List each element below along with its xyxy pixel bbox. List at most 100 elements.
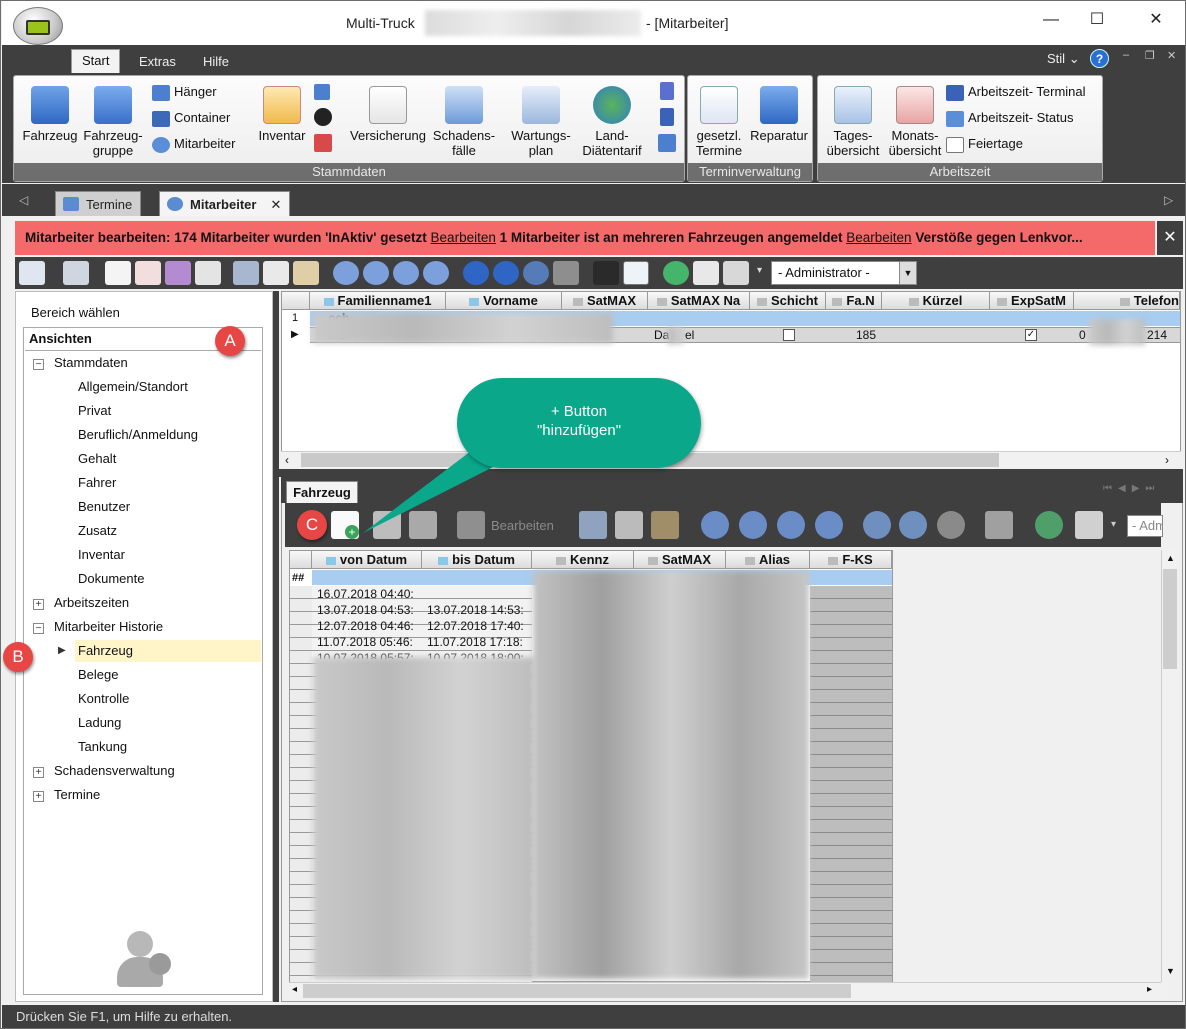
nav-arbeitszeiten[interactable]: Arbeitszeiten xyxy=(54,595,129,610)
tire-icon[interactable] xyxy=(314,108,332,126)
col-satmax[interactable]: SatMAX xyxy=(562,292,648,310)
zoom-out-icon[interactable] xyxy=(899,511,927,539)
fahrzeug-button[interactable]: Fahrzeug xyxy=(22,86,78,143)
paste-icon[interactable] xyxy=(651,511,679,539)
user-select-dropdown-icon[interactable]: ▼ xyxy=(899,261,917,285)
zoom-in-icon[interactable] xyxy=(863,511,891,539)
schadensfaelle-button[interactable]: Schadens-fälle xyxy=(430,86,498,158)
tab-start[interactable]: Start xyxy=(71,49,121,74)
nav-schadensverwaltung[interactable]: Schadensverwaltung xyxy=(54,763,175,778)
minimize-button[interactable]: — xyxy=(1031,7,1071,33)
row-bis-datum[interactable]: 12.07.2018 17:40: xyxy=(427,619,524,634)
user-select[interactable]: - Administrator - xyxy=(771,261,901,285)
nav-zusatz[interactable]: Zusatz xyxy=(78,523,117,538)
print-icon[interactable] xyxy=(19,261,45,285)
nav-termine[interactable]: Termine xyxy=(54,787,100,802)
window-icon[interactable] xyxy=(623,261,649,285)
stil-dropdown[interactable]: Stil ⌄ xyxy=(1047,51,1080,67)
cut-icon[interactable] xyxy=(579,511,607,539)
nav-hist-fahrzeug[interactable]: Fahrzeug xyxy=(78,643,133,658)
copy-new-icon[interactable] xyxy=(195,261,221,285)
device-icon[interactable] xyxy=(660,82,674,100)
nav-mitarbeiter-historie[interactable]: Mitarbeiter Historie xyxy=(54,619,163,634)
stammdaten-toggle[interactable]: − xyxy=(33,359,44,370)
zoom-in-icon[interactable] xyxy=(463,261,489,285)
filter-icon[interactable] xyxy=(553,261,579,285)
cut-icon[interactable] xyxy=(233,261,259,285)
close-button[interactable]: ✕ xyxy=(1136,7,1176,33)
wartungsplan-button[interactable]: Wartungs-plan xyxy=(506,86,576,158)
scroll-left-icon[interactable]: ◂ xyxy=(292,984,297,995)
refresh-icon[interactable] xyxy=(1035,511,1063,539)
save-icon[interactable] xyxy=(165,261,191,285)
haenger-button[interactable]: Hänger xyxy=(152,84,217,101)
filter-icon[interactable] xyxy=(985,511,1013,539)
alert-link-1[interactable]: Bearbeiten xyxy=(431,230,496,245)
chevron-down-icon[interactable]: ▾ xyxy=(1111,519,1116,530)
expsatm-checkbox[interactable]: ✓ xyxy=(1025,329,1037,341)
previous-record-icon[interactable] xyxy=(363,261,389,285)
termine-toggle[interactable]: + xyxy=(33,791,44,802)
col-familienname[interactable]: Familienname1 xyxy=(310,292,446,310)
tagesuebersicht-button[interactable]: Tages-übersicht xyxy=(822,86,884,158)
certificate-icon[interactable] xyxy=(314,134,332,152)
scroll-left-icon[interactable]: ‹ xyxy=(285,453,289,467)
col-satmax-na[interactable]: SatMAX Na xyxy=(648,292,750,310)
vertical-scroll-thumb[interactable] xyxy=(1163,569,1177,669)
alert-close-button[interactable]: ✕ xyxy=(1157,221,1183,255)
row-von-datum[interactable]: 16.07.2018 04:40: xyxy=(317,587,414,602)
help-icon[interactable]: ? xyxy=(1090,49,1109,68)
feiertage-button[interactable]: Feiertage xyxy=(946,136,1023,153)
row-von-datum[interactable]: 12.07.2018 04:46: xyxy=(317,619,414,634)
cell-telefon-a[interactable]: 0 xyxy=(1079,328,1086,343)
gesetzl-termine-button[interactable]: gesetzl. Termine xyxy=(690,86,748,158)
nav-hist-kontrolle[interactable]: Kontrolle xyxy=(78,691,129,706)
inventory-small-icon[interactable] xyxy=(314,84,330,100)
row-bis-datum[interactable]: 13.07.2018 14:53: xyxy=(427,603,524,618)
nav-beruflich[interactable]: Beruflich/Anmeldung xyxy=(78,427,198,442)
ribbon-close-icon[interactable]: ✕ xyxy=(1167,49,1176,62)
nav-allgemein[interactable]: Allgemein/Standort xyxy=(78,379,188,394)
nav-inventar[interactable]: Inventar xyxy=(78,547,125,562)
container-button[interactable]: Container xyxy=(152,110,230,127)
scroll-right-icon[interactable]: ▸ xyxy=(1147,984,1152,995)
col-alias[interactable]: Alias xyxy=(726,551,810,569)
nav-stammdaten[interactable]: Stammdaten xyxy=(54,355,128,370)
col-schicht[interactable]: Schicht xyxy=(750,292,826,310)
nav-hist-ladung[interactable]: Ladung xyxy=(78,715,121,730)
tab-extras[interactable]: Extras xyxy=(129,51,186,73)
nav-privat[interactable]: Privat xyxy=(78,403,111,418)
refresh-icon[interactable] xyxy=(663,261,689,285)
grid-settings-icon[interactable] xyxy=(1075,511,1103,539)
paste-icon[interactable] xyxy=(293,261,319,285)
doc-tab-mitarbeiter[interactable]: Mitarbeiter ✕ xyxy=(159,191,291,216)
app-logo-icon[interactable] xyxy=(13,7,63,45)
cell-telefon-b[interactable]: 214 xyxy=(1147,328,1167,343)
col-f-ks[interactable]: F-KS xyxy=(810,551,892,569)
nav-hist-belege[interactable]: Belege xyxy=(78,667,118,682)
search-icon[interactable] xyxy=(937,511,965,539)
table-icon[interactable] xyxy=(658,134,676,152)
euro-icon[interactable] xyxy=(593,261,619,285)
next-record-icon[interactable] xyxy=(777,511,805,539)
previous-record-icon[interactable] xyxy=(739,511,767,539)
maximize-button[interactable]: ☐ xyxy=(1077,7,1117,33)
tab-close-icon[interactable]: ✕ xyxy=(270,197,281,212)
arbeitszeit-status-button[interactable]: Arbeitszeit- Status xyxy=(946,110,1074,127)
mitarbeiter-button[interactable]: Mitarbeiter xyxy=(152,136,235,153)
delete-record-icon[interactable] xyxy=(135,261,161,285)
scroll-right-icon[interactable]: › xyxy=(1165,453,1169,467)
zoom-out-icon[interactable] xyxy=(493,261,519,285)
col-fa-n[interactable]: Fa.N xyxy=(826,292,882,310)
horizontal-scroll-thumb[interactable] xyxy=(303,984,851,998)
panel-nav-icons[interactable]: ⏮◀▶⏭ xyxy=(1103,483,1160,494)
reparatur-button[interactable]: Reparatur xyxy=(746,86,812,143)
phone-icon[interactable] xyxy=(660,108,674,126)
first-record-icon[interactable] xyxy=(333,261,359,285)
print-preview-icon[interactable] xyxy=(63,261,89,285)
grid-edit-icon[interactable] xyxy=(693,261,719,285)
col-von-datum[interactable]: von Datum xyxy=(312,551,422,569)
fahrzeuggruppe-button[interactable]: Fahrzeug-gruppe xyxy=(80,86,146,158)
col-kennz[interactable]: Kennz xyxy=(532,551,634,569)
row-von-datum[interactable]: 13.07.2018 04:53: xyxy=(317,603,414,618)
